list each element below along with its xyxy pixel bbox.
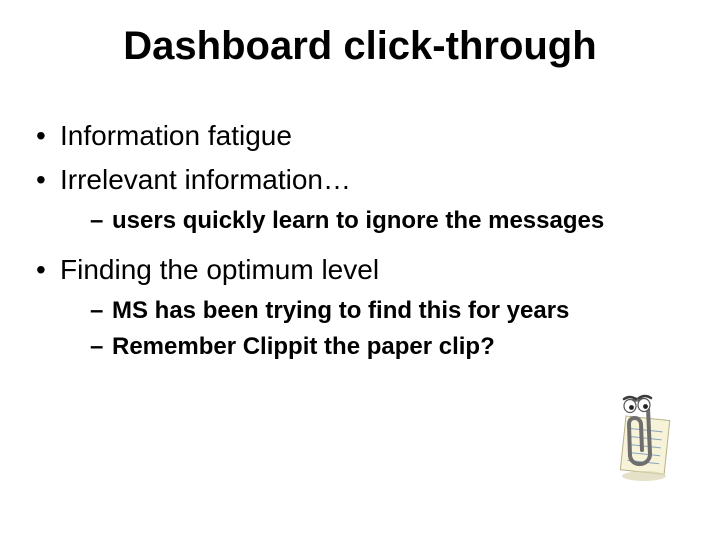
sub-bullet-item: Remember Clippit the paper clip? bbox=[90, 331, 690, 363]
sub-bullet-text: MS has been trying to find this for year… bbox=[112, 297, 569, 324]
slide-title: Dashboard click-through bbox=[0, 0, 720, 77]
bullet-text: Finding the optimum level bbox=[60, 254, 379, 285]
sub-bullet-text: users quickly learn to ignore the messag… bbox=[112, 207, 604, 234]
sub-bullet-item: users quickly learn to ignore the messag… bbox=[90, 205, 690, 237]
bullet-item: Finding the optimum level MS has been tr… bbox=[30, 251, 690, 364]
bullet-text: Information fatigue bbox=[60, 120, 292, 151]
bullet-text: Irrelevant information… bbox=[60, 164, 351, 195]
sub-bullet-text: Remember Clippit the paper clip? bbox=[112, 333, 495, 360]
sub-list: MS has been trying to find this for year… bbox=[60, 295, 690, 364]
sub-list: users quickly learn to ignore the messag… bbox=[60, 205, 690, 237]
bullet-item: Information fatigue bbox=[30, 117, 690, 155]
clippit-icon bbox=[606, 394, 678, 482]
bullet-item: Irrelevant information… users quickly le… bbox=[30, 161, 690, 237]
sub-bullet-item: MS has been trying to find this for year… bbox=[90, 295, 690, 327]
slide: Dashboard click-through Information fati… bbox=[0, 0, 720, 540]
bullet-list: Information fatigue Irrelevant informati… bbox=[0, 117, 720, 364]
